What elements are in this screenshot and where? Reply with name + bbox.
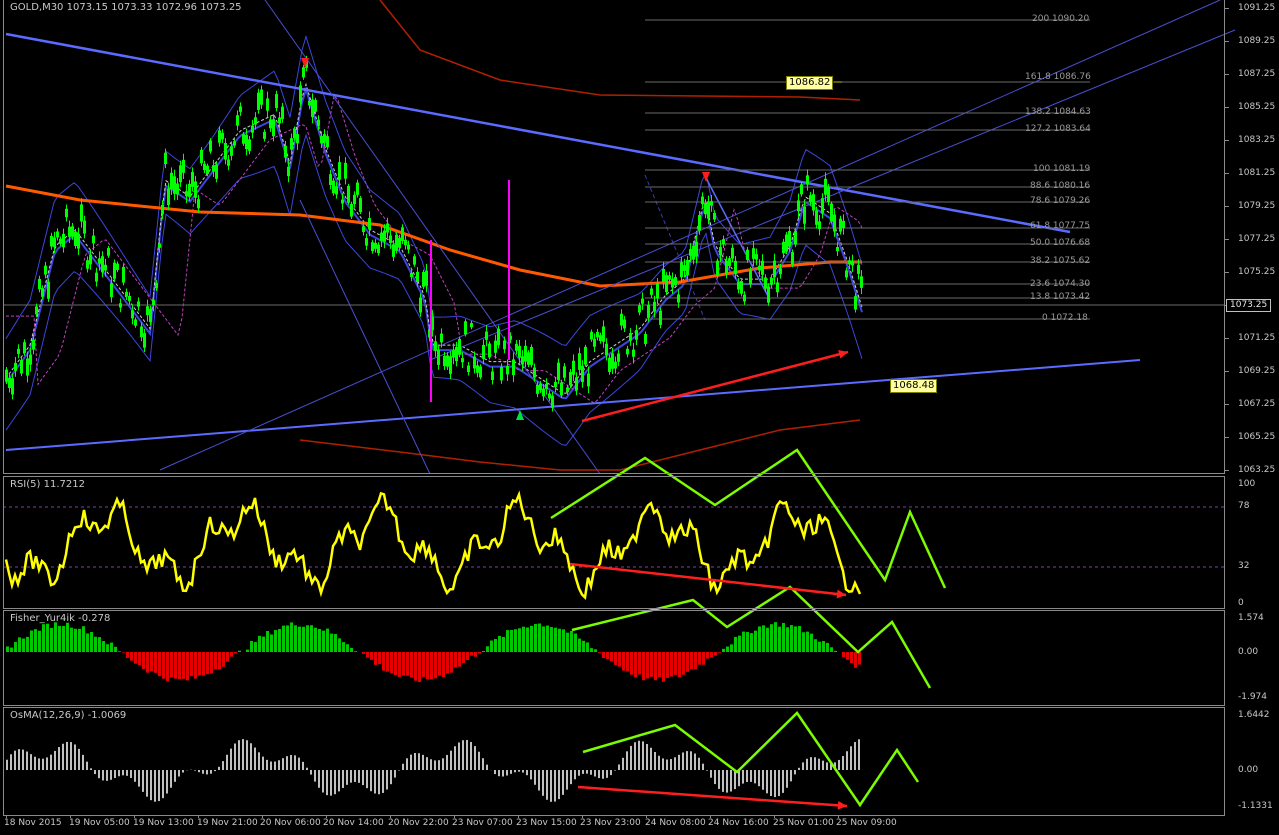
price-axis-label: 1087.25 — [1238, 69, 1276, 79]
fibo-level-label: 61.8 1077.75 — [1030, 221, 1091, 231]
price-axis-tick — [1225, 404, 1229, 405]
osma-scale-label: -1.1331 — [1238, 801, 1273, 811]
price-axis-label: 1075.25 — [1238, 267, 1276, 277]
price-axis-tick — [1225, 206, 1229, 207]
fibo-level-label: 127.2 1083.64 — [1025, 124, 1091, 134]
time-axis-label: 25 Nov 09:00 — [836, 818, 897, 828]
price-axis-tick — [1225, 8, 1229, 9]
fibo-level-label: 88.6 1080.16 — [1030, 181, 1091, 191]
rsi-label: RSI(5) 11.7212 — [10, 479, 85, 490]
price-axis-label: 1069.25 — [1238, 366, 1276, 376]
price-axis-label: 1071.25 — [1238, 333, 1276, 343]
price-axis-label: 1083.25 — [1238, 135, 1276, 145]
price-axis-label: 1081.25 — [1238, 168, 1276, 178]
rsi-scale-label: 78 — [1238, 501, 1250, 511]
rsi-scale-label: 32 — [1238, 561, 1250, 571]
price-axis-tick — [1225, 239, 1229, 240]
price-axis-label: 1089.25 — [1238, 36, 1276, 46]
time-axis-label: 25 Nov 01:00 — [773, 818, 834, 828]
osma-scale-label: 1.6442 — [1238, 710, 1270, 720]
rsi-scale-label: 100 — [1238, 479, 1256, 489]
time-axis-label: 20 Nov 14:00 — [323, 818, 384, 828]
trading-chart-window[interactable]: GOLD,M30 1073.15 1073.33 1072.96 1073.25… — [0, 0, 1279, 835]
time-axis-label: 19 Nov 21:00 — [197, 818, 258, 828]
fibo-level-label: 38.2 1075.62 — [1030, 256, 1091, 266]
fisher-pane[interactable]: Fisher_Yur4ik -0.278 — [3, 610, 1225, 706]
price-tag-upper: 1086.82 — [786, 76, 834, 90]
time-axis-label: 19 Nov 13:00 — [133, 818, 194, 828]
price-axis-label: 1067.25 — [1238, 399, 1276, 409]
price-axis-tick — [1225, 437, 1229, 438]
time-axis-label: 23 Nov 07:00 — [452, 818, 513, 828]
price-axis-label: 1091.25 — [1238, 3, 1276, 13]
fibo-level-label: 78.6 1079.26 — [1030, 196, 1091, 206]
fisher-scale-label: -1.974 — [1238, 692, 1268, 702]
price-axis-label: 1063.25 — [1238, 465, 1276, 475]
osma-label: OsMA(12,26,9) -1.0069 — [10, 710, 127, 721]
time-axis-label: 23 Nov 15:00 — [516, 818, 577, 828]
price-axis-tick — [1225, 107, 1229, 108]
rsi-pane[interactable]: RSI(5) 11.7212 — [3, 476, 1225, 609]
osma-scale-label: 0.00 — [1238, 765, 1259, 775]
osma-pane[interactable]: OsMA(12,26,9) -1.0069 — [3, 707, 1225, 816]
price-axis-tick — [1225, 173, 1229, 174]
fibo-level-label: 100 1081.19 — [1033, 164, 1091, 174]
fisher-scale-label: 1.574 — [1238, 613, 1264, 623]
price-axis-label: 1079.25 — [1238, 201, 1276, 211]
price-axis-tick — [1225, 140, 1229, 141]
price-axis-tick — [1225, 74, 1229, 75]
time-axis-label: 23 Nov 23:00 — [580, 818, 641, 828]
fibo-level-label: 50.0 1076.68 — [1030, 238, 1091, 248]
fibo-level-label: 23.6 1074.30 — [1030, 279, 1091, 289]
price-axis-tick — [1225, 41, 1229, 42]
price-axis-label: 1077.25 — [1238, 234, 1276, 244]
price-axis-tick — [1225, 470, 1229, 471]
price-axis-tick — [1225, 338, 1229, 339]
current-price-tag: 1073.25 — [1226, 299, 1272, 312]
time-axis-label: 20 Nov 06:00 — [260, 818, 321, 828]
price-tag-lower: 1068.48 — [890, 379, 938, 393]
fibo-level-label: 138.2 1084.63 — [1025, 107, 1091, 117]
fisher-scale-label: 0.00 — [1238, 647, 1259, 657]
price-axis-label: 1065.25 — [1238, 432, 1276, 442]
time-axis-label: 20 Nov 22:00 — [388, 818, 449, 828]
fisher-label: Fisher_Yur4ik -0.278 — [10, 613, 111, 624]
price-axis-label: 1085.25 — [1238, 102, 1276, 112]
price-axis-tick — [1225, 272, 1229, 273]
price-axis-tick — [1225, 371, 1229, 372]
fibo-level-label: 161.8 1086.76 — [1025, 72, 1091, 82]
time-axis-label: 24 Nov 08:00 — [645, 818, 706, 828]
time-axis-label: 24 Nov 16:00 — [708, 818, 769, 828]
time-axis-label: 19 Nov 05:00 — [69, 818, 130, 828]
fibo-level-label: 200 1090.20 — [1032, 14, 1090, 24]
rsi-scale-label: 0 — [1238, 598, 1244, 608]
window-title: GOLD,M30 1073.15 1073.33 1072.96 1073.25 — [10, 2, 242, 13]
fibo-level-label: 0 1072.18 — [1042, 313, 1088, 323]
fibo-level-label: 13.8 1073.42 — [1030, 292, 1091, 302]
time-axis-label: 18 Nov 2015 — [4, 818, 62, 828]
